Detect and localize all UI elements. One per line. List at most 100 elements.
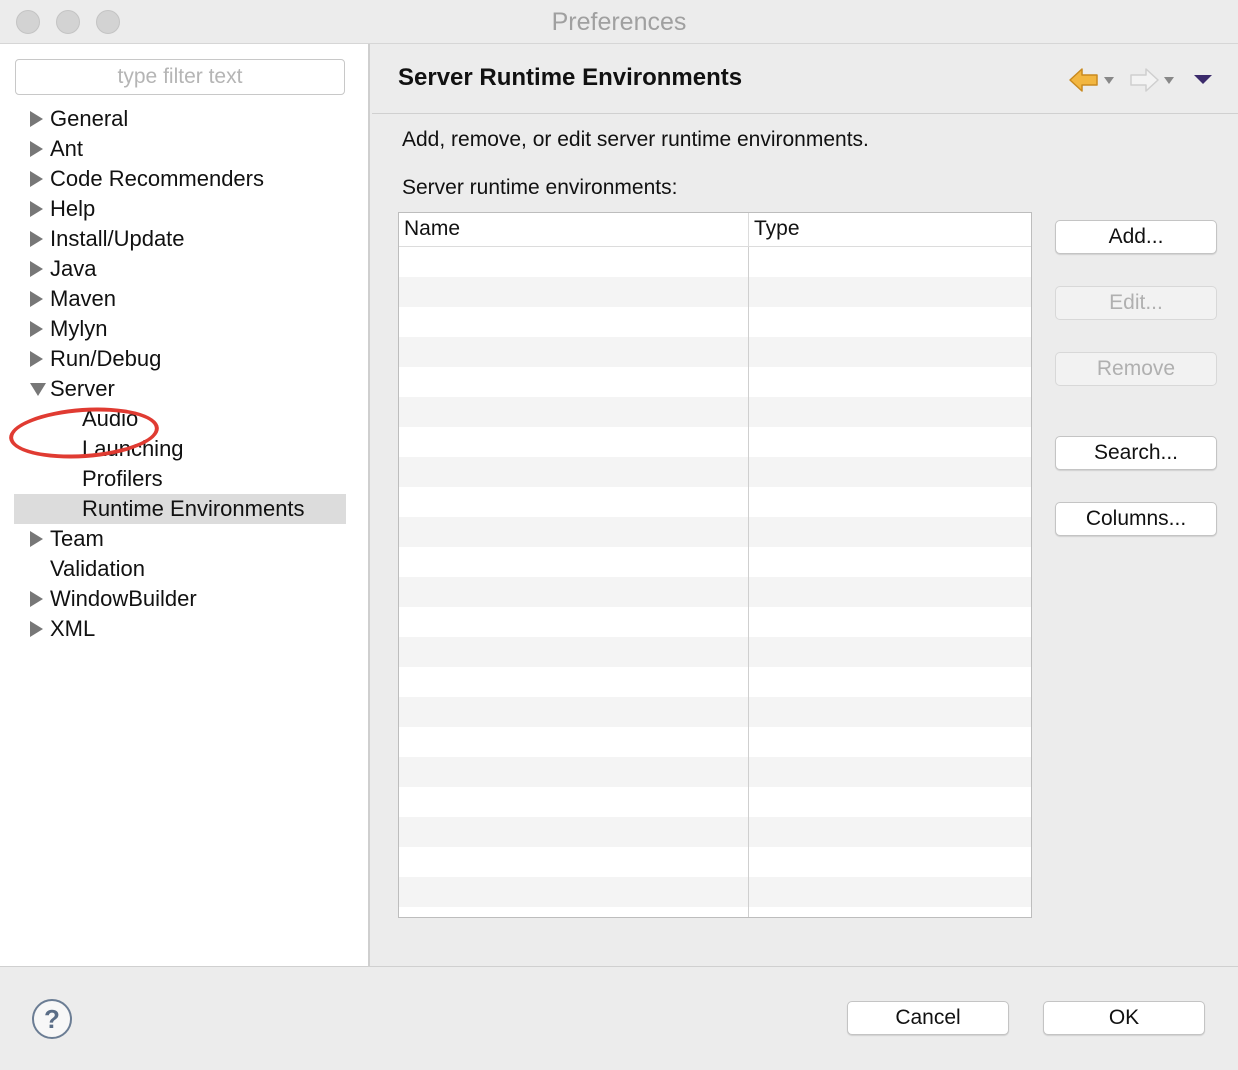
tree-item[interactable]: Java (14, 254, 346, 284)
search-button[interactable]: Search... (1055, 436, 1217, 470)
tree-item[interactable]: Maven (14, 284, 346, 314)
column-header-type[interactable]: Type (749, 213, 1031, 247)
table-row (399, 667, 1031, 697)
table-header: Name Type (399, 213, 1031, 247)
view-menu-icon (1194, 75, 1212, 84)
title-bar: Preferences (0, 0, 1238, 44)
table-row (399, 337, 1031, 367)
tree-item[interactable]: Run/Debug (14, 344, 346, 374)
page-title: Server Runtime Environments (398, 64, 743, 91)
table-body (399, 247, 1031, 917)
tree-item[interactable]: WindowBuilder (14, 584, 346, 614)
table-row (399, 577, 1031, 607)
tree-item-label: Profilers (82, 466, 163, 491)
table-row (399, 727, 1031, 757)
tree-item[interactable]: General (14, 104, 346, 134)
tree-item[interactable]: XML (14, 614, 346, 644)
tree-item[interactable]: Server (14, 374, 346, 404)
triangle-right-icon[interactable] (30, 321, 43, 337)
table-row (399, 487, 1031, 517)
filter-input[interactable] (15, 59, 345, 95)
tree-item[interactable]: Validation (14, 554, 346, 584)
table-row (399, 547, 1031, 577)
tree-item-label: Mylyn (50, 316, 108, 341)
column-header-name[interactable]: Name (399, 213, 749, 247)
tree-item[interactable]: Profilers (14, 464, 346, 494)
ok-button[interactable]: OK (1043, 1001, 1205, 1035)
back-button[interactable] (1068, 66, 1116, 94)
table-row (399, 817, 1031, 847)
dialog-footer: ? Cancel OK (0, 966, 1238, 1070)
table-row (399, 427, 1031, 457)
runtime-environments-table[interactable]: Name Type (398, 212, 1032, 918)
page-header: Server Runtime Environments (372, 44, 1238, 114)
table-label: Server runtime environments: (402, 176, 678, 199)
table-row (399, 307, 1031, 337)
tree-item-label: Runtime Environments (82, 496, 305, 521)
triangle-right-icon[interactable] (30, 141, 43, 157)
arrow-left-icon (1069, 68, 1098, 92)
triangle-right-icon[interactable] (30, 291, 43, 307)
edit-button[interactable]: Edit... (1055, 286, 1217, 320)
tree-item[interactable]: Team (14, 524, 346, 554)
preferences-window: Preferences General Ant Code Recommenders H… (0, 0, 1238, 1070)
preference-tree-pane: General Ant Code Recommenders Help Install/U… (0, 44, 370, 966)
triangle-right-icon[interactable] (30, 231, 43, 247)
table-row (399, 907, 1031, 917)
tree-item[interactable]: Install/Update (14, 224, 346, 254)
tree-item-label: WindowBuilder (50, 586, 197, 611)
tree-item-label: Install/Update (50, 226, 185, 251)
triangle-right-icon[interactable] (30, 261, 43, 277)
preference-page: Server Runtime Environments Add, remove, (372, 44, 1238, 966)
triangle-right-icon[interactable] (30, 351, 43, 367)
table-row (399, 367, 1031, 397)
triangle-right-icon[interactable] (30, 171, 43, 187)
chevron-down-icon (1104, 77, 1114, 84)
view-menu-button[interactable] (1192, 66, 1218, 94)
table-row (399, 517, 1031, 547)
table-row (399, 757, 1031, 787)
forward-button[interactable] (1128, 66, 1176, 94)
tree-item-label: XML (50, 616, 96, 641)
tree-item-label: Help (50, 196, 96, 221)
table-row (399, 457, 1031, 487)
tree-item[interactable]: Code Recommenders (14, 164, 346, 194)
tree-item-label: Ant (50, 136, 84, 161)
tree-item-label: Java (50, 256, 97, 281)
table-row (399, 697, 1031, 727)
cancel-button[interactable]: Cancel (847, 1001, 1009, 1035)
triangle-right-icon[interactable] (30, 591, 43, 607)
tree-item-label: Maven (50, 286, 117, 311)
triangle-down-icon[interactable] (30, 383, 46, 396)
tree-item-label: Audio (82, 406, 139, 431)
tree-item[interactable]: Audio (14, 404, 346, 434)
help-icon[interactable]: ? (32, 999, 72, 1039)
tree-item-label: General (50, 106, 129, 131)
triangle-right-icon[interactable] (30, 201, 43, 217)
triangle-right-icon[interactable] (30, 621, 43, 637)
tree-item-label: Validation (50, 556, 145, 581)
tree-item[interactable]: Launching (14, 434, 346, 464)
table-row (399, 847, 1031, 877)
tree-item[interactable]: Help (14, 194, 346, 224)
chevron-down-icon (1164, 77, 1174, 84)
tree-item-label: Server (50, 376, 115, 401)
add-button[interactable]: Add... (1055, 220, 1217, 254)
column-divider (748, 247, 749, 917)
table-row (399, 277, 1031, 307)
tree-item[interactable]: Ant (14, 134, 346, 164)
remove-button[interactable]: Remove (1055, 352, 1217, 386)
triangle-right-icon[interactable] (30, 111, 43, 127)
tree-item-label: Code Recommenders (50, 166, 264, 191)
table-row (399, 877, 1031, 907)
table-row (399, 397, 1031, 427)
columns-button[interactable]: Columns... (1055, 502, 1217, 536)
tree-item-label: Team (50, 526, 104, 551)
tree-item[interactable]: Runtime Environments (14, 494, 346, 524)
page-description: Add, remove, or edit server runtime envi… (402, 128, 869, 151)
triangle-right-icon[interactable] (30, 531, 43, 547)
table-row (399, 637, 1031, 667)
table-row (399, 607, 1031, 637)
tree-item[interactable]: Mylyn (14, 314, 346, 344)
tree-item-label: Launching (82, 436, 184, 461)
